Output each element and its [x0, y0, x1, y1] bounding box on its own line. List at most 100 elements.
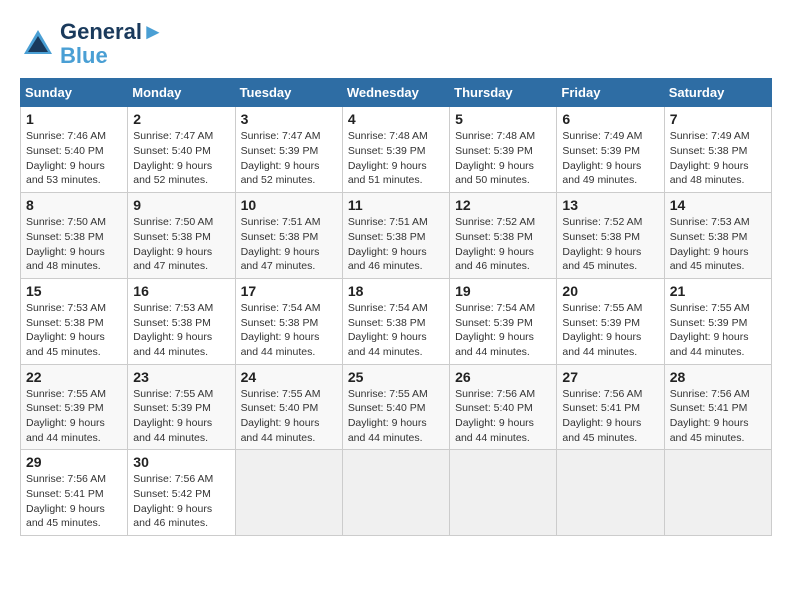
calendar-week-5: 29 Sunrise: 7:56 AMSunset: 5:41 PMDaylig… — [21, 450, 772, 536]
calendar-cell: 22 Sunrise: 7:55 AMSunset: 5:39 PMDaylig… — [21, 364, 128, 450]
calendar-week-1: 1 Sunrise: 7:46 AMSunset: 5:40 PMDayligh… — [21, 107, 772, 193]
day-number: 30 — [133, 454, 229, 470]
calendar-cell: 23 Sunrise: 7:55 AMSunset: 5:39 PMDaylig… — [128, 364, 235, 450]
calendar-cell: 4 Sunrise: 7:48 AMSunset: 5:39 PMDayligh… — [342, 107, 449, 193]
calendar-cell: 28 Sunrise: 7:56 AMSunset: 5:41 PMDaylig… — [664, 364, 771, 450]
day-number: 20 — [562, 283, 658, 299]
day-info: Sunrise: 7:49 AMSunset: 5:38 PMDaylight:… — [670, 129, 766, 188]
calendar-cell: 12 Sunrise: 7:52 AMSunset: 5:38 PMDaylig… — [450, 193, 557, 279]
day-info: Sunrise: 7:53 AMSunset: 5:38 PMDaylight:… — [26, 301, 122, 360]
calendar-cell: 20 Sunrise: 7:55 AMSunset: 5:39 PMDaylig… — [557, 278, 664, 364]
day-number: 14 — [670, 197, 766, 213]
day-number: 22 — [26, 369, 122, 385]
calendar-cell — [342, 450, 449, 536]
day-info: Sunrise: 7:53 AMSunset: 5:38 PMDaylight:… — [133, 301, 229, 360]
day-number: 10 — [241, 197, 337, 213]
calendar-body: 1 Sunrise: 7:46 AMSunset: 5:40 PMDayligh… — [21, 107, 772, 536]
day-info: Sunrise: 7:56 AMSunset: 5:41 PMDaylight:… — [26, 472, 122, 531]
calendar-cell: 2 Sunrise: 7:47 AMSunset: 5:40 PMDayligh… — [128, 107, 235, 193]
day-number: 8 — [26, 197, 122, 213]
day-info: Sunrise: 7:54 AMSunset: 5:38 PMDaylight:… — [348, 301, 444, 360]
day-number: 16 — [133, 283, 229, 299]
day-number: 13 — [562, 197, 658, 213]
calendar-cell: 21 Sunrise: 7:55 AMSunset: 5:39 PMDaylig… — [664, 278, 771, 364]
calendar-cell — [664, 450, 771, 536]
calendar-cell: 10 Sunrise: 7:51 AMSunset: 5:38 PMDaylig… — [235, 193, 342, 279]
day-number: 17 — [241, 283, 337, 299]
header-cell-saturday: Saturday — [664, 79, 771, 107]
calendar-cell: 3 Sunrise: 7:47 AMSunset: 5:39 PMDayligh… — [235, 107, 342, 193]
day-info: Sunrise: 7:56 AMSunset: 5:41 PMDaylight:… — [670, 387, 766, 446]
header-row: SundayMondayTuesdayWednesdayThursdayFrid… — [21, 79, 772, 107]
day-info: Sunrise: 7:48 AMSunset: 5:39 PMDaylight:… — [455, 129, 551, 188]
day-info: Sunrise: 7:56 AMSunset: 5:42 PMDaylight:… — [133, 472, 229, 531]
calendar-cell: 6 Sunrise: 7:49 AMSunset: 5:39 PMDayligh… — [557, 107, 664, 193]
day-info: Sunrise: 7:48 AMSunset: 5:39 PMDaylight:… — [348, 129, 444, 188]
calendar-cell: 8 Sunrise: 7:50 AMSunset: 5:38 PMDayligh… — [21, 193, 128, 279]
day-number: 2 — [133, 111, 229, 127]
calendar-cell: 5 Sunrise: 7:48 AMSunset: 5:39 PMDayligh… — [450, 107, 557, 193]
day-info: Sunrise: 7:55 AMSunset: 5:39 PMDaylight:… — [26, 387, 122, 446]
calendar-cell: 1 Sunrise: 7:46 AMSunset: 5:40 PMDayligh… — [21, 107, 128, 193]
calendar-table: SundayMondayTuesdayWednesdayThursdayFrid… — [20, 78, 772, 536]
day-number: 11 — [348, 197, 444, 213]
day-info: Sunrise: 7:55 AMSunset: 5:39 PMDaylight:… — [133, 387, 229, 446]
calendar-cell: 25 Sunrise: 7:55 AMSunset: 5:40 PMDaylig… — [342, 364, 449, 450]
logo-text: General► Blue — [60, 20, 164, 68]
day-number: 27 — [562, 369, 658, 385]
day-number: 4 — [348, 111, 444, 127]
calendar-cell: 19 Sunrise: 7:54 AMSunset: 5:39 PMDaylig… — [450, 278, 557, 364]
calendar-cell: 11 Sunrise: 7:51 AMSunset: 5:38 PMDaylig… — [342, 193, 449, 279]
day-info: Sunrise: 7:47 AMSunset: 5:39 PMDaylight:… — [241, 129, 337, 188]
calendar-cell: 18 Sunrise: 7:54 AMSunset: 5:38 PMDaylig… — [342, 278, 449, 364]
day-number: 24 — [241, 369, 337, 385]
day-number: 29 — [26, 454, 122, 470]
header: General► Blue — [20, 20, 772, 68]
day-number: 28 — [670, 369, 766, 385]
logo: General► Blue — [20, 20, 164, 68]
day-info: Sunrise: 7:55 AMSunset: 5:40 PMDaylight:… — [348, 387, 444, 446]
day-number: 19 — [455, 283, 551, 299]
header-cell-monday: Monday — [128, 79, 235, 107]
day-info: Sunrise: 7:50 AMSunset: 5:38 PMDaylight:… — [26, 215, 122, 274]
day-number: 23 — [133, 369, 229, 385]
day-info: Sunrise: 7:52 AMSunset: 5:38 PMDaylight:… — [562, 215, 658, 274]
day-info: Sunrise: 7:53 AMSunset: 5:38 PMDaylight:… — [670, 215, 766, 274]
calendar-cell: 29 Sunrise: 7:56 AMSunset: 5:41 PMDaylig… — [21, 450, 128, 536]
day-number: 5 — [455, 111, 551, 127]
calendar-cell: 30 Sunrise: 7:56 AMSunset: 5:42 PMDaylig… — [128, 450, 235, 536]
day-info: Sunrise: 7:54 AMSunset: 5:38 PMDaylight:… — [241, 301, 337, 360]
calendar-cell: 26 Sunrise: 7:56 AMSunset: 5:40 PMDaylig… — [450, 364, 557, 450]
calendar-header: SundayMondayTuesdayWednesdayThursdayFrid… — [21, 79, 772, 107]
day-number: 1 — [26, 111, 122, 127]
day-number: 3 — [241, 111, 337, 127]
day-info: Sunrise: 7:52 AMSunset: 5:38 PMDaylight:… — [455, 215, 551, 274]
header-cell-sunday: Sunday — [21, 79, 128, 107]
day-info: Sunrise: 7:54 AMSunset: 5:39 PMDaylight:… — [455, 301, 551, 360]
calendar-cell: 24 Sunrise: 7:55 AMSunset: 5:40 PMDaylig… — [235, 364, 342, 450]
day-info: Sunrise: 7:56 AMSunset: 5:40 PMDaylight:… — [455, 387, 551, 446]
day-number: 15 — [26, 283, 122, 299]
day-info: Sunrise: 7:46 AMSunset: 5:40 PMDaylight:… — [26, 129, 122, 188]
calendar-week-2: 8 Sunrise: 7:50 AMSunset: 5:38 PMDayligh… — [21, 193, 772, 279]
calendar-cell: 17 Sunrise: 7:54 AMSunset: 5:38 PMDaylig… — [235, 278, 342, 364]
day-number: 18 — [348, 283, 444, 299]
day-info: Sunrise: 7:55 AMSunset: 5:40 PMDaylight:… — [241, 387, 337, 446]
day-info: Sunrise: 7:51 AMSunset: 5:38 PMDaylight:… — [348, 215, 444, 274]
calendar-cell: 14 Sunrise: 7:53 AMSunset: 5:38 PMDaylig… — [664, 193, 771, 279]
calendar-cell — [557, 450, 664, 536]
day-info: Sunrise: 7:55 AMSunset: 5:39 PMDaylight:… — [670, 301, 766, 360]
header-cell-wednesday: Wednesday — [342, 79, 449, 107]
day-number: 25 — [348, 369, 444, 385]
day-number: 26 — [455, 369, 551, 385]
day-number: 12 — [455, 197, 551, 213]
calendar-cell: 9 Sunrise: 7:50 AMSunset: 5:38 PMDayligh… — [128, 193, 235, 279]
day-info: Sunrise: 7:47 AMSunset: 5:40 PMDaylight:… — [133, 129, 229, 188]
day-number: 21 — [670, 283, 766, 299]
logo-icon — [20, 26, 56, 62]
day-info: Sunrise: 7:55 AMSunset: 5:39 PMDaylight:… — [562, 301, 658, 360]
calendar-cell — [235, 450, 342, 536]
calendar-week-3: 15 Sunrise: 7:53 AMSunset: 5:38 PMDaylig… — [21, 278, 772, 364]
header-cell-friday: Friday — [557, 79, 664, 107]
calendar-week-4: 22 Sunrise: 7:55 AMSunset: 5:39 PMDaylig… — [21, 364, 772, 450]
